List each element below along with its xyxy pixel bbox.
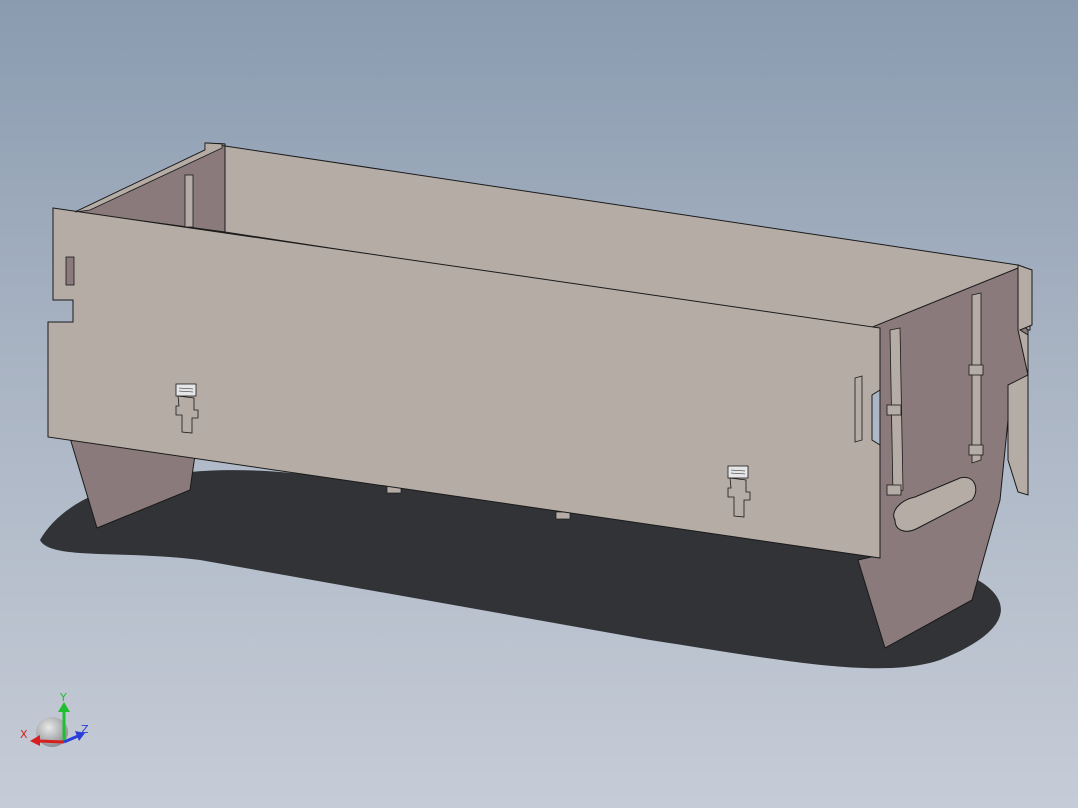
y-axis-label: Y (59, 691, 67, 704)
right-slot-tab-4 (968, 444, 984, 456)
right-slot-2 (971, 292, 982, 464)
right-slot-tab-1 (886, 404, 902, 416)
back-left-slot (184, 174, 194, 228)
right-end-panel (857, 267, 1029, 649)
x-axis-label: X (20, 728, 28, 741)
z-axis-label: Z (81, 723, 89, 736)
model-view[interactable]: Y X Z (0, 0, 1078, 808)
front-left-notch (65, 256, 75, 286)
cad-viewport[interactable]: Y X Z (0, 0, 1078, 808)
right-slot-tab-3 (886, 484, 902, 496)
x-axis-arrow-icon (30, 735, 40, 746)
x-axis-line (37, 739, 65, 744)
axis-triad[interactable]: Y X Z (20, 691, 89, 747)
front-right-clip (854, 375, 863, 443)
right-slot-tab-2 (968, 364, 984, 376)
